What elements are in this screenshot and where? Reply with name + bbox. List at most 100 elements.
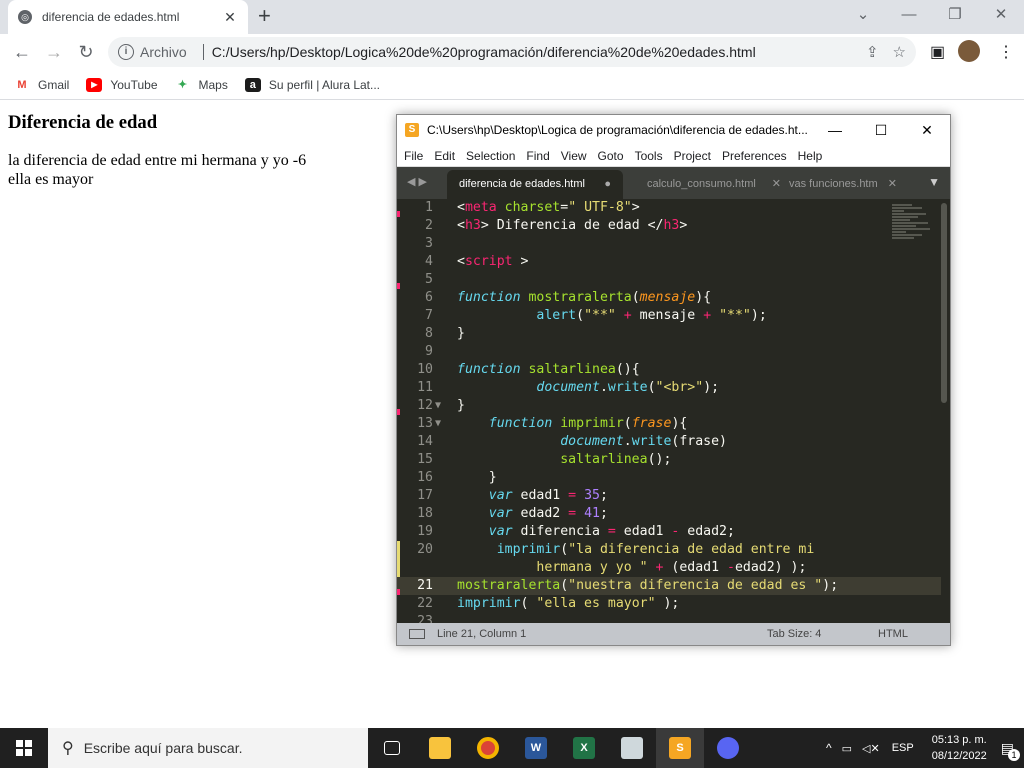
close-window-icon[interactable]: ✕: [978, 4, 1024, 26]
notification-icon[interactable]: ▤ 1: [1001, 740, 1020, 761]
minimize-icon[interactable]: —: [886, 4, 932, 26]
bookmark-gmail[interactable]: M Gmail: [14, 78, 69, 92]
bookmark-alura[interactable]: a Su perfil | Alura Lat...: [244, 77, 380, 92]
search-icon: ⚲: [62, 740, 74, 757]
menu-tools[interactable]: Tools: [635, 149, 663, 163]
chrome-button[interactable]: [464, 728, 512, 768]
menu-project[interactable]: Project: [674, 149, 711, 163]
task-view-button[interactable]: [368, 728, 416, 768]
editor-tab-diferencia[interactable]: diferencia de edades.html ●: [447, 170, 623, 199]
code-line: 2 <h3> Diferencia de edad </h3>: [397, 217, 941, 235]
unsaved-dot-icon[interactable]: ●: [604, 170, 611, 199]
word-button[interactable]: W: [512, 728, 560, 768]
app-button[interactable]: [608, 728, 656, 768]
page-heading: Diferencia de edad: [8, 112, 158, 133]
forward-icon[interactable]: →: [38, 42, 70, 63]
line-number: 8: [425, 326, 433, 341]
menu-view[interactable]: View: [561, 149, 587, 163]
line-number: 10: [417, 362, 433, 377]
menu-preferences[interactable]: Preferences: [722, 149, 787, 163]
fold-arrow-icon[interactable]: ▼: [435, 415, 441, 433]
back-icon[interactable]: ←: [6, 42, 38, 63]
sublime-title-bar: S C:\Users\hp\Desktop\Logica de programa…: [397, 115, 950, 145]
clock-date: 08/12/2022: [931, 750, 987, 762]
code-line: 17 var edad1 = 35;: [397, 487, 941, 505]
file-explorer-button[interactable]: [416, 728, 464, 768]
taskbar-search[interactable]: ⚲ Escribe aquí para buscar.: [48, 728, 368, 768]
reload-icon[interactable]: ↻: [70, 42, 102, 63]
minimize-icon[interactable]: —: [812, 122, 858, 138]
menu-find[interactable]: Find: [526, 149, 549, 163]
browser-toolbar: ← → ↻ i Archivo C:/Users/hp/Desktop/Logi…: [0, 34, 1024, 70]
bookmark-youtube[interactable]: ▶ YouTube: [86, 77, 158, 92]
bookmark-label: Maps: [198, 77, 228, 92]
menu-goto[interactable]: Goto: [598, 149, 624, 163]
code-line: 23: [397, 613, 941, 623]
chevron-up-icon[interactable]: ^: [826, 741, 832, 755]
code-line: 22 imprimir( "ella es mayor" );: [397, 595, 941, 613]
side-panel-icon[interactable]: ▣: [930, 42, 945, 62]
file-chip: Archivo: [140, 44, 187, 60]
menu-edit[interactable]: Edit: [434, 149, 455, 163]
discord-button[interactable]: [704, 728, 752, 768]
syntax-mode[interactable]: HTML: [878, 628, 908, 640]
maximize-icon[interactable]: ☐: [858, 122, 904, 139]
sublime-text-window[interactable]: S C:\Users\hp\Desktop\Logica de programa…: [396, 114, 951, 646]
info-icon[interactable]: i: [118, 44, 134, 60]
word-icon: W: [525, 737, 547, 759]
clock[interactable]: 05:13 p. m. 08/12/2022: [932, 732, 987, 764]
system-tray: ^ ▭ ◁✕ ESP 05:13 p. m. 08/12/2022 ▤ 1: [820, 728, 1024, 768]
bookmark-maps[interactable]: ✦ Maps: [175, 78, 228, 92]
tab-dropdown-icon[interactable]: ▼: [928, 175, 940, 189]
new-tab-button[interactable]: +: [258, 5, 271, 27]
browser-tab[interactable]: ◎ diferencia de edades.html ✕: [8, 0, 248, 34]
volume-muted-icon[interactable]: ◁✕: [862, 742, 880, 755]
menu-selection[interactable]: Selection: [466, 149, 515, 163]
close-tab-icon[interactable]: ✕: [772, 170, 781, 199]
error-marker: [397, 409, 400, 415]
menu-help[interactable]: Help: [798, 149, 823, 163]
error-marker: [397, 211, 400, 217]
code-line: 10 function saltarlinea(){: [397, 361, 941, 379]
output-line-1: la diferencia de edad entre mi hermana y…: [8, 152, 307, 169]
close-tab-icon[interactable]: ✕: [222, 9, 238, 26]
tab-search-icon[interactable]: ⌄: [840, 4, 886, 26]
sublime-logo-icon: S: [405, 123, 419, 137]
code-line: 1 <meta charset=" UTF-8">: [397, 199, 941, 217]
code-editor[interactable]: 1 <meta charset=" UTF-8"> 2 <h3> Diferenci…: [397, 199, 950, 623]
line-number: 14: [417, 434, 433, 449]
excel-button[interactable]: X: [560, 728, 608, 768]
close-window-icon[interactable]: ✕: [904, 122, 950, 139]
sublime-tab-bar: ◀ ▶ diferencia de edades.html ● calculo_…: [397, 167, 950, 199]
editor-tab-funciones[interactable]: vas funciones.htm ✕: [783, 170, 903, 199]
fold-arrow-icon[interactable]: ▼: [435, 397, 441, 415]
line-number: 13: [417, 416, 433, 431]
menu-file[interactable]: File: [404, 149, 423, 163]
editor-tab-calculo[interactable]: calculo_consumo.html ✕: [635, 170, 785, 199]
tab-size[interactable]: Tab Size: 4: [767, 628, 821, 640]
sublime-menu-bar: File Edit Selection Find View Goto Tools…: [397, 145, 950, 167]
share-icon[interactable]: ⇪: [866, 43, 879, 61]
address-url[interactable]: C:/Users/hp/Desktop/Logica%20de%20progra…: [212, 44, 852, 60]
scrollbar[interactable]: [941, 203, 947, 403]
code-line: 7 alert("**" + mensaje + "**");: [397, 307, 941, 325]
avatar[interactable]: [958, 40, 980, 62]
line-number: 17: [417, 488, 433, 503]
more-menu-icon[interactable]: ⋮: [998, 42, 1014, 62]
close-tab-icon[interactable]: ✕: [883, 170, 897, 199]
address-bar[interactable]: i Archivo C:/Users/hp/Desktop/Logica%20d…: [108, 37, 916, 67]
language-indicator[interactable]: ESP: [892, 742, 914, 754]
code-line: 5: [397, 271, 941, 289]
bookmark-star-icon[interactable]: ☆: [893, 43, 906, 61]
tab-nav-arrows-icon[interactable]: ◀ ▶: [407, 175, 427, 188]
windows-start-button[interactable]: [0, 728, 48, 768]
panel-toggle-icon[interactable]: [409, 629, 425, 639]
line-number: 4: [425, 254, 433, 269]
browser-tab-strip: ◎ diferencia de edades.html ✕ + ⌄ — ❐ ✕: [0, 0, 1024, 34]
restore-icon[interactable]: ❐: [932, 4, 978, 26]
sublime-taskbar-button[interactable]: S: [656, 728, 704, 768]
line-number: 1: [425, 200, 433, 215]
network-icon[interactable]: ▭: [842, 742, 852, 755]
code-line: 8}: [397, 325, 941, 343]
line-number: 16: [417, 470, 433, 485]
